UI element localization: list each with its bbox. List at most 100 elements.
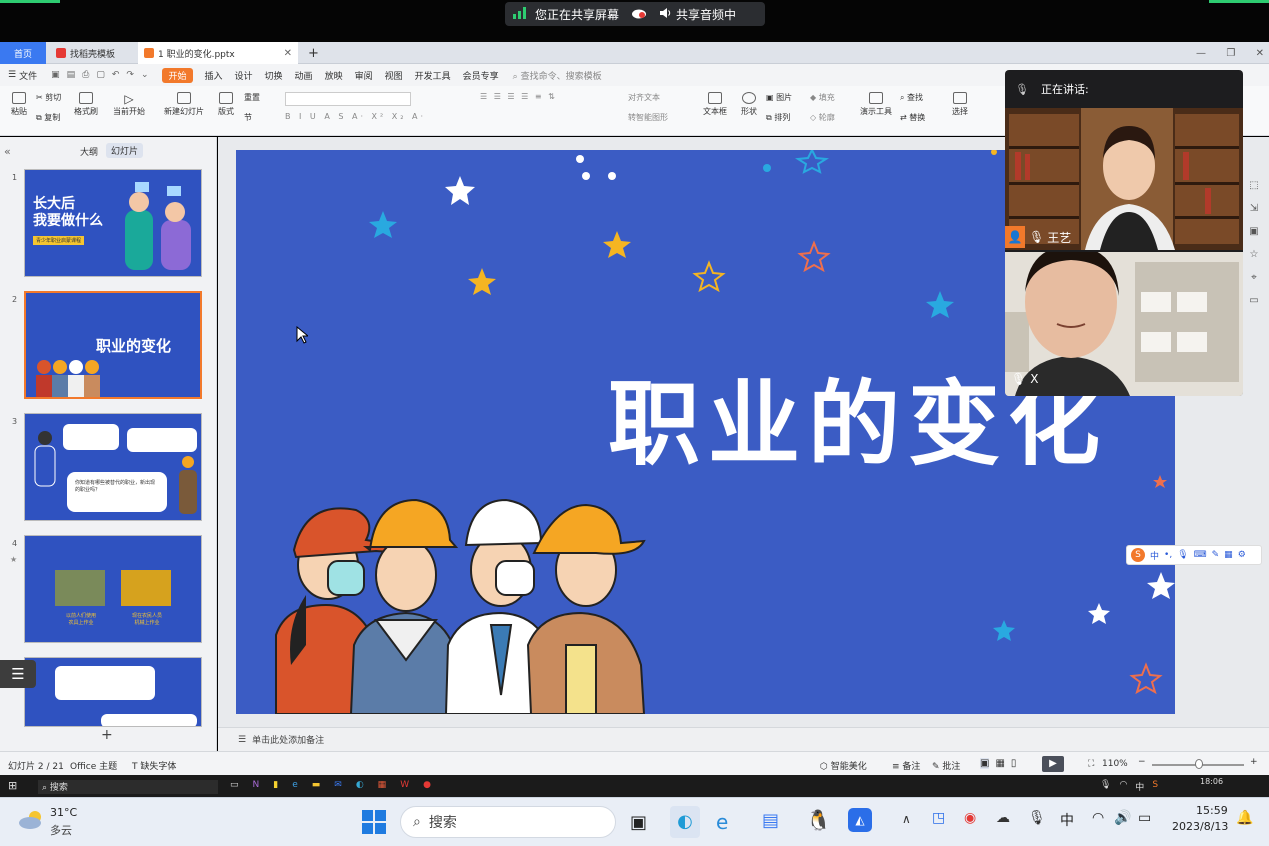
zoom-slider-thumb[interactable] — [1195, 759, 1203, 769]
skin-icon[interactable]: ✎ — [1212, 550, 1220, 560]
network-tray-icon[interactable]: ◠ — [1119, 780, 1127, 793]
fit-window-icon[interactable]: ⛶ — [1088, 759, 1094, 769]
weather-condition[interactable]: 多云 — [50, 822, 72, 838]
more-icon[interactable]: ⌄ — [141, 70, 149, 80]
windows-start-icon[interactable] — [362, 810, 386, 837]
theme-name[interactable]: Office 主题 — [70, 759, 117, 772]
remote-ime-label[interactable]: 中 — [1135, 780, 1144, 793]
taskbar-search-box[interactable]: ⌕ 搜索 — [400, 806, 616, 838]
animation-tool-icon[interactable]: ☆ — [1250, 249, 1259, 260]
present-tool-button[interactable]: 演示工具 — [856, 92, 896, 117]
reset-button[interactable]: 重置 — [244, 92, 278, 103]
outline-button[interactable]: ◇ 轮廓 — [810, 112, 850, 123]
command-search[interactable]: ⌕ 查找命令、搜索模板 — [513, 69, 602, 82]
slide-thumbnail-4[interactable]: 以前人们使用 农具上作业 现在农民人员 机械上作业 — [24, 535, 202, 643]
redo-icon[interactable]: ↷ — [126, 70, 134, 80]
notes-toggle-icon[interactable]: ☰ — [238, 735, 246, 745]
remote-search-box[interactable]: ⌕ 搜索 — [38, 780, 218, 794]
menu-insert[interactable]: 插入 — [205, 69, 223, 82]
sticky-notes-icon[interactable]: ▮ — [273, 780, 278, 790]
ime-indicator[interactable]: 中 — [1060, 810, 1074, 830]
slide-thumbnail-1[interactable]: 长大后 我要做什么 青少年职业启蒙课程 — [24, 169, 202, 277]
print-icon[interactable]: ⎙ — [82, 70, 89, 80]
mic-tray-icon[interactable]: 🎙 — [1100, 780, 1111, 793]
battery-icon[interactable]: ▭ — [1138, 810, 1151, 826]
location-tool-icon[interactable]: ⌖ — [1251, 272, 1257, 283]
microphone-icon[interactable]: 🎙 — [1177, 550, 1188, 560]
menu-transition[interactable]: 切换 — [265, 69, 283, 82]
menu-review[interactable]: 审阅 — [355, 69, 373, 82]
weather-cloud-icon[interactable] — [18, 810, 44, 833]
windows-start-icon[interactable]: ⊞ — [8, 779, 17, 792]
play-from-current-button[interactable]: ▷ 当前开始 — [108, 92, 150, 117]
smart-shape-button[interactable]: 转智能图形 — [628, 112, 692, 123]
grid-view-icon[interactable]: ▦ — [995, 758, 1004, 769]
shape-tool-icon[interactable]: ⬚ — [1249, 180, 1258, 191]
new-tab-button[interactable]: + — [302, 42, 320, 64]
tab-outline[interactable]: 大纲 — [80, 145, 98, 158]
paste-button[interactable]: 粘贴 — [8, 92, 30, 117]
textbox-button[interactable]: 文本框 — [700, 92, 730, 117]
onenote-icon[interactable]: N — [253, 780, 260, 790]
close-window-icon[interactable]: ✕ — [1256, 48, 1264, 59]
floating-menu-icon[interactable]: ☰ — [0, 660, 36, 688]
cut-button[interactable]: ✂ 剪切 — [36, 92, 70, 103]
replace-button[interactable]: ⇄ 替换 — [900, 112, 940, 123]
task-view-icon[interactable]: ▭ — [230, 780, 239, 790]
menu-home[interactable]: 开始 — [162, 67, 193, 83]
hamburger-icon[interactable]: ☰ — [8, 70, 16, 80]
fill-button[interactable]: ◆ 填充 — [810, 92, 850, 103]
layout-button[interactable]: 版式 — [214, 92, 238, 117]
punctuation-icon[interactable]: •, — [1164, 550, 1172, 560]
menu-animation[interactable]: 动画 — [295, 69, 313, 82]
menu-design[interactable]: 设计 — [235, 69, 253, 82]
share-status-pill[interactable]: 您正在共享屏幕 共享音频中 — [505, 2, 765, 26]
tab-slides[interactable]: 幻灯片 — [106, 143, 144, 158]
notes-button[interactable]: ≡ 备注 — [892, 759, 920, 772]
onedrive-icon[interactable]: ☁ — [996, 810, 1010, 826]
align-text-button[interactable]: 对齐文本 — [628, 92, 688, 103]
zoom-level[interactable]: 110% — [1102, 759, 1128, 769]
meeting-app-icon[interactable]: ◭ — [848, 808, 872, 832]
tab-document[interactable]: 1 职业的变化.pptx ✕ — [138, 42, 298, 64]
shape-button[interactable]: 形状 — [736, 92, 762, 117]
tab-template[interactable]: 找稻壳模板 — [50, 42, 136, 64]
record-icon[interactable]: ● — [423, 780, 431, 790]
font-family-select[interactable] — [285, 92, 411, 106]
beautify-button[interactable]: ⬡ 智能美化 — [820, 759, 867, 772]
ie-icon[interactable]: e — [716, 810, 728, 834]
keyboard-icon[interactable]: ⌨ — [1194, 550, 1207, 560]
find-button[interactable]: ⌕ 查找 — [900, 92, 940, 103]
clock-time[interactable]: 15:59 — [1196, 804, 1228, 817]
export-icon[interactable]: ▤ — [67, 70, 76, 80]
menu-member[interactable]: 会员专享 — [463, 69, 499, 82]
section-button[interactable]: 节 — [244, 112, 278, 123]
explorer-icon[interactable]: ▬ — [312, 780, 321, 790]
ime-language-label[interactable]: 中 — [1150, 549, 1159, 562]
copy-button[interactable]: ⧉ 复制 — [36, 112, 70, 123]
sticker-tool-icon[interactable]: ▭ — [1249, 295, 1258, 306]
menu-slideshow[interactable]: 放映 — [325, 69, 343, 82]
picture-tool-icon[interactable]: ▣ — [1249, 226, 1258, 237]
undo-icon[interactable]: ↶ — [112, 70, 120, 80]
mail-icon[interactable]: ✉ — [334, 780, 342, 790]
weather-temp[interactable]: 31°C — [50, 806, 77, 819]
select-button[interactable]: 选择 — [946, 92, 974, 117]
volume-icon[interactable]: 🔊 — [1114, 810, 1131, 826]
resize-tool-icon[interactable]: ⇲ — [1250, 203, 1258, 214]
collapse-panel-icon[interactable]: « — [4, 145, 11, 158]
microphone-icon[interactable]: 🎙 — [1028, 810, 1046, 826]
notes-pane[interactable]: ☰ 单击此处添加备注 — [218, 727, 1269, 751]
missing-font-button[interactable]: T 缺失字体 — [132, 759, 176, 772]
arrange-button[interactable]: ⧉ 排列 — [766, 112, 806, 123]
save-icon[interactable]: ▣ — [51, 70, 60, 80]
tab-home[interactable]: 首页 — [0, 42, 46, 64]
preview-icon[interactable]: ▢ — [96, 70, 105, 80]
sogou-tray-icon[interactable]: S — [1152, 780, 1158, 793]
restore-icon[interactable]: ❐ — [1226, 48, 1235, 59]
reading-view-icon[interactable]: ▯ — [1011, 758, 1017, 769]
tray-expand-icon[interactable]: ∧ — [902, 812, 911, 826]
minimize-icon[interactable]: — — [1196, 48, 1206, 59]
menu-view[interactable]: 视图 — [385, 69, 403, 82]
new-slide-button[interactable]: 新建幻灯片 — [160, 92, 208, 117]
